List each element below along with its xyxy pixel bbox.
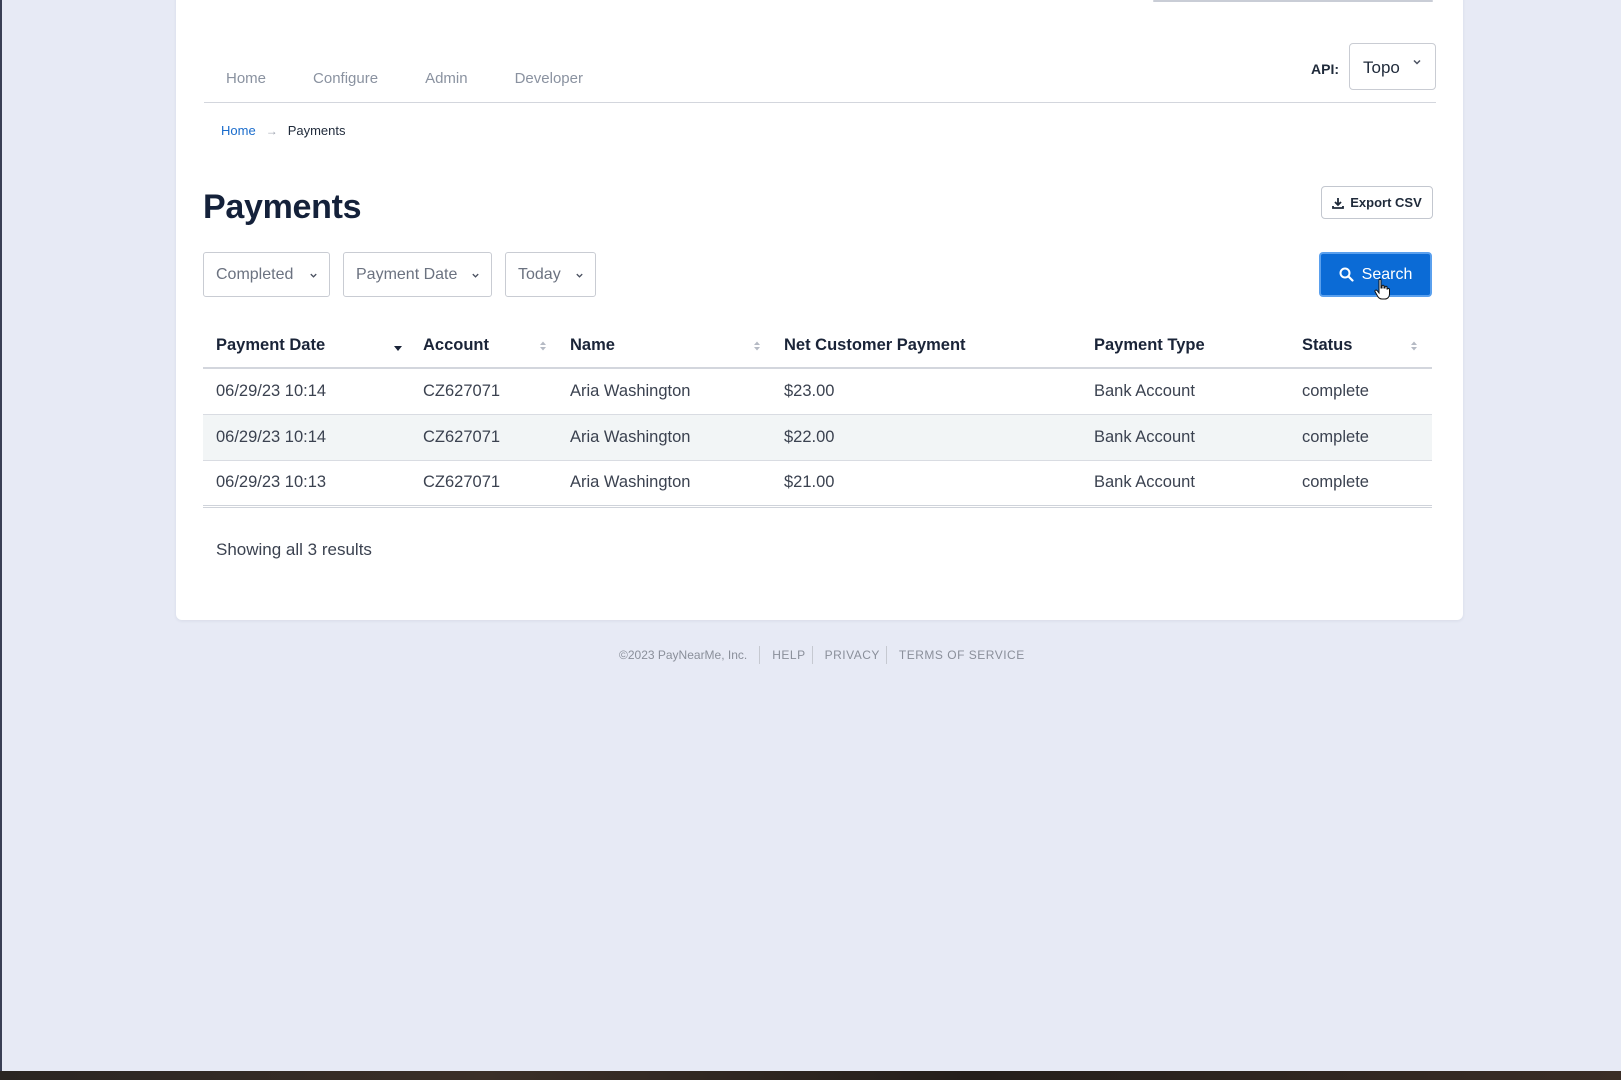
nav-tab-home[interactable]: Home xyxy=(226,70,266,87)
export-csv-label: Export CSV xyxy=(1350,195,1422,210)
nav-tab-admin[interactable]: Admin xyxy=(425,70,468,87)
date-range-filter-value: Today xyxy=(518,266,561,283)
date-field-filter-value: Payment Date xyxy=(356,266,458,283)
cell-net-customer-payment: $21.00 xyxy=(771,460,1081,508)
column-header-label: Name xyxy=(570,335,615,354)
sort-icon xyxy=(754,341,760,351)
nav-tab-developer[interactable]: Developer xyxy=(515,70,583,87)
payments-table: Payment Date Account Name Net Customer P… xyxy=(203,323,1432,508)
top-nav: Home Configure Admin Developer API: Topo xyxy=(204,40,1436,103)
breadcrumb: Home → Payments xyxy=(221,123,346,138)
cell-account: CZ627071 xyxy=(410,414,557,461)
nav-tabs: Home Configure Admin Developer xyxy=(226,70,630,87)
hand-pointer-icon xyxy=(1374,278,1390,300)
column-header-payment-type: Payment Type xyxy=(1081,323,1289,369)
results-count: Showing all 3 results xyxy=(216,540,372,559)
status-filter-value: Completed xyxy=(216,266,294,283)
column-header-label: Status xyxy=(1302,335,1353,354)
footer-divider xyxy=(759,646,761,664)
cell-payment-date: 06/29/23 10:13 xyxy=(203,460,410,508)
sort-icon xyxy=(540,341,546,351)
cell-payment-date: 06/29/23 10:14 xyxy=(203,414,410,461)
sort-desc-icon xyxy=(394,346,402,351)
breadcrumb-current: Payments xyxy=(287,123,346,138)
table-row[interactable]: 06/29/23 10:14 CZ627071 Aria Washington … xyxy=(203,368,1432,415)
footer-link-help[interactable]: HELP xyxy=(772,648,805,662)
footer-link-privacy[interactable]: PRIVACY xyxy=(825,648,880,662)
payments-table-wrap: Payment Date Account Name Net Customer P… xyxy=(203,323,1432,508)
footer-divider xyxy=(811,646,813,664)
cell-name: Aria Washington xyxy=(557,460,771,508)
cell-status: complete xyxy=(1289,414,1432,461)
column-header-label: Payment Type xyxy=(1094,335,1205,354)
column-header-payment-date[interactable]: Payment Date xyxy=(203,323,410,369)
api-label: API: xyxy=(1311,61,1339,77)
footer-divider xyxy=(885,646,887,664)
api-select[interactable]: Topo xyxy=(1349,43,1436,90)
footer-link-terms[interactable]: TERMS OF SERVICE xyxy=(899,648,1025,662)
column-header-label: Net Customer Payment xyxy=(784,335,966,354)
cell-name: Aria Washington xyxy=(557,414,771,461)
breadcrumb-home-link[interactable]: Home xyxy=(221,123,256,138)
column-header-label: Account xyxy=(423,335,489,354)
cell-account: CZ627071 xyxy=(410,368,557,415)
status-filter-select[interactable]: Completed xyxy=(203,252,330,297)
window-left-edge xyxy=(0,0,2,1080)
nav-tab-configure[interactable]: Configure xyxy=(313,70,378,87)
search-icon xyxy=(1339,267,1354,282)
date-field-filter-select[interactable]: Payment Date xyxy=(343,252,492,297)
top-scroll-remnant xyxy=(1153,0,1433,2)
chevron-down-icon xyxy=(576,273,583,278)
page-title: Payments xyxy=(203,188,362,226)
download-icon xyxy=(1332,197,1345,209)
column-header-account[interactable]: Account xyxy=(410,323,557,369)
column-header-status[interactable]: Status xyxy=(1289,323,1432,369)
arrow-right-icon: → xyxy=(265,123,278,138)
cell-net-customer-payment: $22.00 xyxy=(771,414,1081,461)
date-range-filter-select[interactable]: Today xyxy=(505,252,596,297)
table-row[interactable]: 06/29/23 10:14 CZ627071 Aria Washington … xyxy=(203,414,1432,461)
chevron-down-icon xyxy=(472,273,479,278)
cell-payment-date: 06/29/23 10:14 xyxy=(203,368,410,415)
cell-account: CZ627071 xyxy=(410,460,557,508)
footer-copyright: ©2023 PayNearMe, Inc. xyxy=(619,648,748,662)
footer: ©2023 PayNearMe, Inc. HELP PRIVACY TERMS… xyxy=(619,646,1025,664)
column-header-net-customer-payment: Net Customer Payment xyxy=(771,323,1081,369)
table-row[interactable]: 06/29/23 10:13 CZ627071 Aria Washington … xyxy=(203,460,1432,508)
export-csv-button[interactable]: Export CSV xyxy=(1321,186,1433,219)
table-header-row: Payment Date Account Name Net Customer P… xyxy=(203,323,1432,369)
cell-status: complete xyxy=(1289,368,1432,415)
chevron-down-icon xyxy=(310,273,317,278)
cell-status: complete xyxy=(1289,460,1432,508)
chevron-down-icon xyxy=(1413,59,1421,65)
api-select-value: Topo xyxy=(1363,58,1400,77)
cell-payment-type: Bank Account xyxy=(1081,460,1289,508)
column-header-name[interactable]: Name xyxy=(557,323,771,369)
column-header-label: Payment Date xyxy=(216,335,326,354)
cell-payment-type: Bank Account xyxy=(1081,368,1289,415)
sort-icon xyxy=(1411,341,1417,351)
cell-net-customer-payment: $23.00 xyxy=(771,368,1081,415)
cell-payment-type: Bank Account xyxy=(1081,414,1289,461)
desktop-bottom-strip xyxy=(0,1071,1621,1080)
cell-name: Aria Washington xyxy=(557,368,771,415)
